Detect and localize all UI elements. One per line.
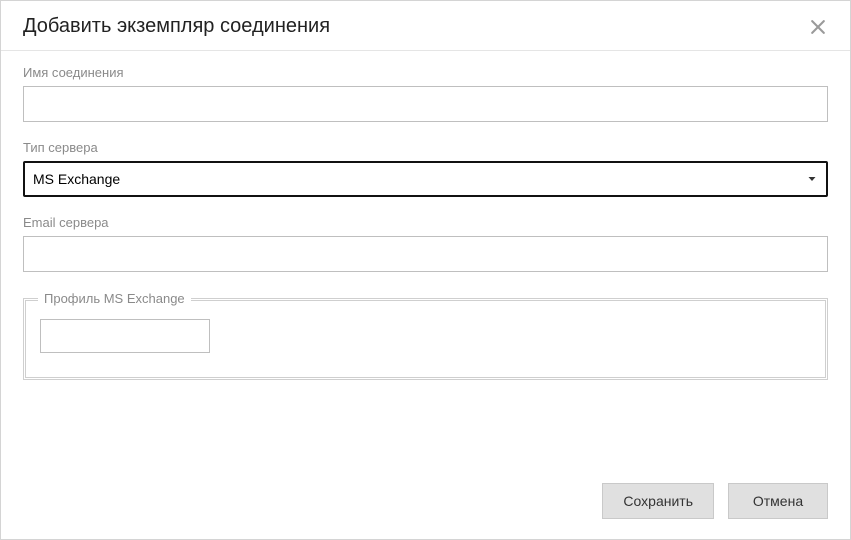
exchange-profile-input[interactable]: [40, 319, 210, 353]
server-email-label: Email сервера: [23, 215, 828, 230]
server-type-select[interactable]: MS Exchange: [23, 161, 828, 197]
close-button[interactable]: [808, 17, 828, 37]
server-email-field: Email сервера: [23, 215, 828, 272]
add-connection-dialog: Добавить экземпляр соединения Имя соедин…: [0, 0, 851, 540]
dialog-body: Имя соединения Тип сервера MS Exchange E…: [1, 51, 850, 469]
dialog-title: Добавить экземпляр соединения: [23, 15, 330, 38]
server-type-select-wrap: MS Exchange: [23, 161, 828, 197]
connection-name-label: Имя соединения: [23, 65, 828, 80]
close-icon: [808, 25, 828, 40]
connection-name-input[interactable]: [23, 86, 828, 122]
dialog-footer: Сохранить Отмена: [1, 469, 850, 539]
cancel-button[interactable]: Отмена: [728, 483, 828, 519]
save-button[interactable]: Сохранить: [602, 483, 714, 519]
server-type-field: Тип сервера MS Exchange: [23, 140, 828, 197]
exchange-profile-fieldset: Профиль MS Exchange: [23, 298, 828, 380]
exchange-profile-legend: Профиль MS Exchange: [38, 291, 191, 306]
server-type-label: Тип сервера: [23, 140, 828, 155]
server-email-input[interactable]: [23, 236, 828, 272]
dialog-header: Добавить экземпляр соединения: [1, 1, 850, 51]
connection-name-field: Имя соединения: [23, 65, 828, 122]
